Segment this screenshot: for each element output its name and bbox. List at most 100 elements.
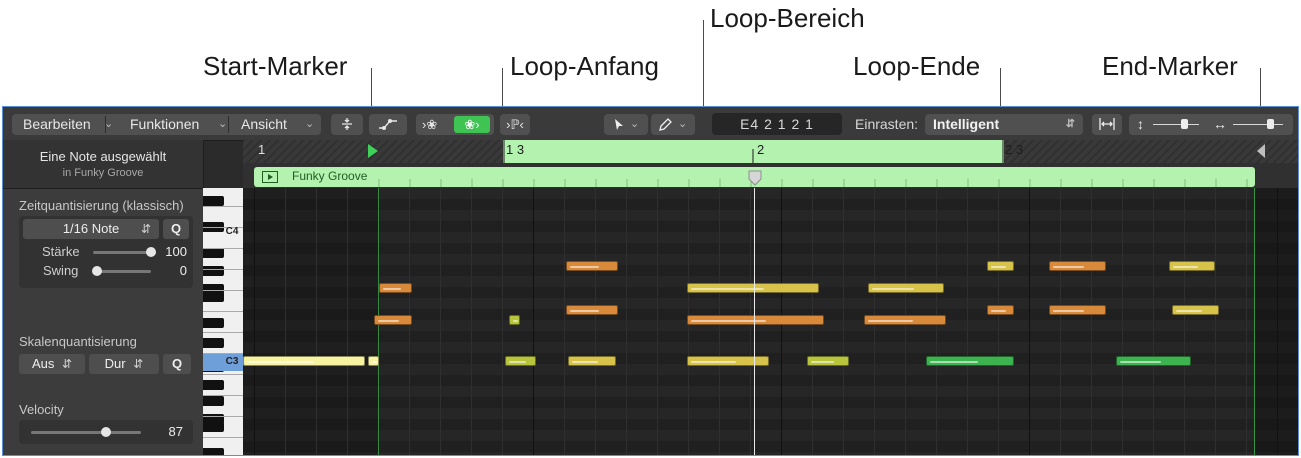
- pointer-tool-button[interactable]: ⌄: [604, 114, 648, 135]
- scale-off-select[interactable]: Aus ⇵: [19, 354, 85, 374]
- grid-beat-line: [285, 188, 286, 455]
- selected-midi-note[interactable]: [243, 356, 365, 366]
- black-key[interactable]: [203, 396, 224, 406]
- grid-beat-line: [657, 188, 658, 455]
- time-quantize-select[interactable]: 1/16 Note ⇵: [23, 219, 159, 239]
- view-menu-label[interactable]: Ansicht: [241, 114, 287, 135]
- black-key[interactable]: [203, 448, 224, 455]
- vertical-zoom-knob[interactable]: [1181, 119, 1188, 129]
- grid-beat-line: [967, 188, 968, 455]
- midi-note[interactable]: [868, 283, 944, 293]
- note-velocity-bar: [691, 320, 767, 322]
- note-velocity-bar: [691, 361, 737, 363]
- snap-select[interactable]: Intelligent ⇵: [925, 114, 1083, 135]
- horizontal-zoom-slider[interactable]: [1233, 124, 1283, 125]
- velocity-slider-knob[interactable]: [101, 427, 112, 437]
- scale-quantize-q-button[interactable]: Q: [163, 354, 191, 374]
- callout-loop-range: Loop-Bereich: [710, 3, 865, 33]
- note-velocity-bar: [247, 361, 315, 363]
- callout-loop-start: Loop-Anfang: [510, 51, 659, 81]
- selected-midi-note[interactable]: [368, 356, 379, 366]
- piano-roll-window: Bearbeiten ⌄ Funktionen ⌄ Ansicht ⌄ ›❀ ❀…: [2, 106, 1299, 456]
- velocity-slider[interactable]: [31, 431, 141, 434]
- c4-key-label: C4: [225, 226, 239, 237]
- midi-note[interactable]: [568, 356, 616, 366]
- grid-beat-line: [254, 188, 255, 455]
- grid-beat-line: [1153, 188, 1154, 455]
- edit-menu-button[interactable]: Bearbeiten ⌄ Funktionen ⌄ Ansicht ⌄: [12, 114, 321, 135]
- strength-slider[interactable]: [93, 251, 151, 254]
- midi-note[interactable]: [379, 283, 412, 293]
- swing-value: 0: [179, 263, 187, 278]
- updown-icon: ⇵: [61, 357, 73, 371]
- pre-start-area: [243, 188, 378, 455]
- position-display: E4 2 1 2 1: [712, 113, 842, 135]
- strength-value: 100: [165, 244, 187, 259]
- toolbar: Bearbeiten ⌄ Funktionen ⌄ Ansicht ⌄ ›❀ ❀…: [3, 107, 1298, 141]
- midi-note[interactable]: [987, 305, 1014, 315]
- note-velocity-bar: [811, 361, 835, 363]
- scale-mode-select[interactable]: Dur ⇵: [89, 354, 159, 374]
- midi-note[interactable]: [566, 305, 618, 315]
- fit-width-button[interactable]: [1092, 114, 1122, 135]
- horizontal-zoom-knob[interactable]: [1267, 119, 1274, 129]
- black-key[interactable]: [203, 248, 224, 258]
- midi-in-button[interactable]: ›❀ ❀›: [416, 114, 494, 135]
- midi-note[interactable]: [374, 315, 412, 325]
- black-key[interactable]: [203, 338, 224, 348]
- note-velocity-bar: [572, 361, 599, 363]
- horizontal-zoom-icon: ↔: [1213, 116, 1227, 132]
- midi-note[interactable]: [926, 356, 1014, 366]
- midi-note[interactable]: [1049, 261, 1106, 271]
- midi-note[interactable]: [687, 315, 824, 325]
- grid-beat-line: [1122, 188, 1123, 455]
- midi-note[interactable]: [505, 356, 536, 366]
- grid-row: [243, 452, 1298, 455]
- zoom-controls: ↕ ↔: [1129, 114, 1293, 135]
- white-key-divider: [203, 374, 243, 375]
- time-quantize-q-button[interactable]: Q: [163, 219, 189, 239]
- midi-note[interactable]: [566, 261, 618, 271]
- midi-out-icon[interactable]: ❀›: [454, 116, 490, 133]
- midi-note[interactable]: [687, 283, 819, 293]
- vertical-zoom-icon: ↕: [1137, 116, 1144, 132]
- grid-beat-line: [843, 188, 844, 455]
- black-key[interactable]: [203, 318, 224, 328]
- midi-note[interactable]: [1116, 356, 1191, 366]
- black-key[interactable]: [203, 380, 224, 390]
- pencil-tool-button[interactable]: ⌄: [651, 114, 695, 135]
- piano-keyboard[interactable]: C4 C3: [203, 188, 243, 455]
- grid-beat-line: [1184, 188, 1185, 455]
- midi-note[interactable]: [1169, 261, 1215, 271]
- midi-in-icon: ›❀: [422, 117, 438, 132]
- collapse-button[interactable]: [331, 114, 363, 135]
- fit-width-icon: [1099, 118, 1115, 130]
- functions-menu-label[interactable]: Funktionen: [130, 114, 199, 135]
- midi-note[interactable]: [987, 261, 1014, 271]
- velocity-value: 87: [168, 424, 183, 439]
- black-key[interactable]: [203, 196, 224, 206]
- playhead-line[interactable]: [754, 188, 755, 455]
- midi-note[interactable]: [687, 356, 769, 366]
- piano-roll-grid[interactable]: [243, 188, 1298, 455]
- swing-slider-knob[interactable]: [92, 266, 102, 276]
- bar-ruler[interactable]: 1 1 3 2 2 3: [243, 140, 1298, 164]
- grid-beat-line: [347, 188, 348, 455]
- black-key[interactable]: [203, 422, 224, 432]
- midi-note[interactable]: [1049, 305, 1106, 315]
- midi-note[interactable]: [1172, 305, 1219, 315]
- note-velocity-bar: [1176, 310, 1202, 312]
- swing-label: Swing: [43, 263, 79, 278]
- black-key[interactable]: [203, 266, 224, 276]
- white-key-divider: [203, 395, 243, 396]
- vertical-zoom-slider[interactable]: [1153, 124, 1199, 125]
- note-velocity-bar: [991, 310, 1006, 312]
- midi-note[interactable]: [807, 356, 849, 366]
- midi-note[interactable]: [864, 315, 946, 325]
- catch-button[interactable]: ›ℙ‹: [500, 114, 530, 135]
- black-key[interactable]: [203, 292, 224, 302]
- grid-beat-line: [502, 188, 503, 455]
- midi-note[interactable]: [509, 315, 520, 325]
- playhead-handle[interactable]: [748, 170, 762, 186]
- automation-button[interactable]: [369, 114, 407, 135]
